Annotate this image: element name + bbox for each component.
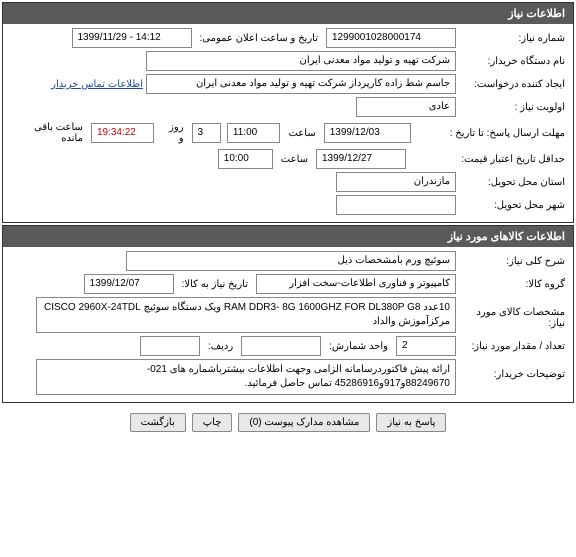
buyer-org-label: نام دستگاه خریدار: — [459, 54, 569, 69]
creator-label: ایجاد کننده درخواست: — [459, 77, 569, 92]
countdown-field: 19:34:22 — [91, 123, 154, 143]
remain-label: ساعت باقی مانده — [7, 120, 88, 146]
time-label-1: ساعت — [283, 126, 320, 141]
need-by-field: 1399/12/07 — [84, 274, 174, 294]
need-info-header: اطلاعات نیاز — [3, 3, 573, 24]
back-button[interactable]: بازگشت — [130, 413, 186, 432]
view-docs-label: مشاهده مدارک پیوست — [264, 417, 359, 428]
buyer-org-field: شرکت تهیه و تولید مواد معدنی ایران — [146, 51, 456, 71]
doc-count: 0 — [253, 417, 259, 428]
goods-group-field: کامپیوتر و فناوری اطلاعات-سخت افزار — [256, 274, 456, 294]
day-label: روز و — [157, 120, 188, 146]
goods-info-section: اطلاعات کالاهای مورد نیاز شرح کلی نیاز: … — [2, 225, 574, 403]
row-field — [140, 336, 200, 356]
view-docs-button[interactable]: مشاهده مدارک پیوست (0) — [238, 413, 370, 432]
need-number-field: 1299001028000174 — [326, 28, 456, 48]
priority-field: عادی — [356, 97, 456, 117]
buyer-notes-field: ارائه پیش فاکتوردرسامانه الزامی وجهت اطل… — [36, 359, 456, 395]
need-number-label: شماره نیاز: — [459, 31, 569, 46]
row-label: ردیف: — [203, 339, 238, 354]
buyer-notes-label: توضیحات خریدار: — [459, 359, 569, 382]
specs-field: 10عدد RAM DDR3- 8G 1600GHZ FOR DL380P G8… — [36, 297, 456, 333]
need-info-section: اطلاعات نیاز شماره نیاز: 129900102800017… — [2, 2, 574, 223]
need-info-body: شماره نیاز: 1299001028000174 تاریخ و ساع… — [3, 24, 573, 222]
min-valid-label: حداقل تاریخ اعتبار قیمت: — [409, 152, 569, 167]
goods-group-label: گروه کالا: — [459, 277, 569, 292]
min-valid-date-field: 1399/12/27 — [316, 149, 406, 169]
button-bar: پاسخ به نیاز مشاهده مدارک پیوست (0) چاپ … — [0, 405, 576, 440]
days-remain-field: 3 — [192, 123, 221, 143]
time-label-2: ساعت — [276, 152, 313, 167]
goods-info-header: اطلاعات کالاهای مورد نیاز — [3, 226, 573, 247]
goods-info-body: شرح کلی نیاز: سوئیچ ورم بامشخصات ذیل گرو… — [3, 247, 573, 402]
print-button[interactable]: چاپ — [192, 413, 233, 432]
announce-label: تاریخ و ساعت اعلان عمومی: — [195, 31, 324, 46]
qty-label: تعداد / مقدار مورد نیاز: — [459, 339, 569, 354]
creator-field: جاسم شط زاده کارپرداز شرکت تهیه و تولید … — [146, 74, 456, 94]
province-field: مازندران — [336, 172, 456, 192]
deadline-time-field: 11:00 — [227, 123, 281, 143]
contact-link[interactable]: اطلاعات تماس خریدار — [51, 79, 143, 90]
priority-label: اولویت نیاز : — [459, 100, 569, 115]
qty-field: 2 — [396, 336, 456, 356]
city-label: شهر محل تحویل: — [459, 198, 569, 213]
deadline-label: مهلت ارسال پاسخ: تا تاریخ : — [414, 126, 569, 141]
overall-desc-field: سوئیچ ورم بامشخصات ذیل — [126, 251, 456, 271]
announce-field: 1399/11/29 - 14:12 — [72, 28, 192, 48]
city-field — [336, 195, 456, 215]
deadline-date-field: 1399/12/03 — [324, 123, 411, 143]
unit-field — [241, 336, 321, 356]
reply-button[interactable]: پاسخ به نیاز — [376, 413, 446, 432]
overall-desc-label: شرح کلی نیاز: — [459, 254, 569, 269]
need-by-label: تاریخ نیاز به کالا: — [177, 277, 253, 292]
min-valid-time-field: 10:00 — [218, 149, 273, 169]
specs-label: مشخصات کالای مورد نیاز: — [459, 297, 569, 331]
province-label: استان محل تحویل: — [459, 175, 569, 190]
unit-label: واحد شمارش: — [324, 339, 393, 354]
